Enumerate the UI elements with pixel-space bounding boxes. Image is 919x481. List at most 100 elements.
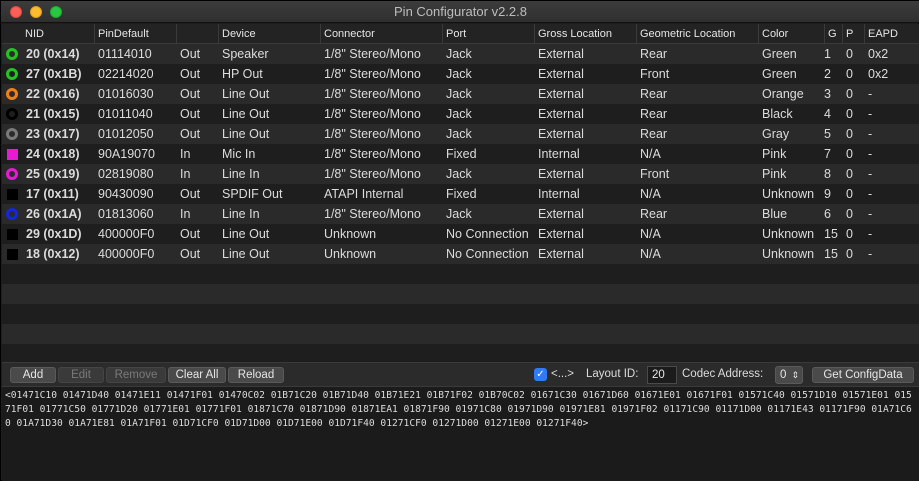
cell-gross: External [538,127,584,141]
add-button[interactable]: Add [10,367,56,383]
cell-gross: External [538,247,584,261]
cell-device: Line In [222,167,260,181]
table-row[interactable]: 23 (0x17) 01012050 Out Line Out 1/8" Stereo/… [2,124,919,144]
jack-color-ring-icon [6,108,18,120]
cell-connector: 1/8" Stereo/Mono [324,87,421,101]
cell-geo: Rear [640,47,668,61]
cell-eapd: - [868,107,873,121]
column-header-g[interactable]: G [824,24,842,44]
cell-p: 0 [846,107,853,121]
cell-eapd: - [868,247,873,261]
cell-g: 7 [824,147,831,161]
cell-connector: 1/8" Stereo/Mono [324,47,421,61]
column-header-p[interactable]: P [842,24,864,44]
toolbar: Add Edit Remove Clear All Reload ✓ <...>… [2,362,919,386]
cell-eapd: - [868,127,873,141]
column-header-nid[interactable]: NID [22,24,94,44]
table-row[interactable]: 18 (0x12) 400000F0 Out Line Out Unknown No Co… [2,244,919,264]
edit-button[interactable]: Edit [58,367,104,383]
cell-port: Jack [446,127,472,141]
cell-pindefault: 01012050 [98,127,154,141]
cell-geo: Front [640,67,670,81]
cell-dir: Out [180,227,201,241]
table-row[interactable]: 21 (0x15) 01011040 Out Line Out 1/8" Stereo/… [2,104,919,124]
cell-nid: 26 (0x1A) [26,207,82,221]
cell-nid: 29 (0x1D) [26,227,82,241]
reload-button[interactable]: Reload [228,367,284,383]
column-header-eapd[interactable]: EAPD [864,24,919,44]
cell-geo: N/A [640,227,661,241]
cell-pindefault: 01011040 [98,107,153,121]
cell-color: Orange [762,87,804,101]
cell-pindefault: 02819080 [98,167,154,181]
remove-button[interactable]: Remove [106,367,166,383]
layout-id-label: Layout ID: [586,368,639,380]
column-header-color[interactable]: Color [758,24,824,44]
cell-port: Fixed [446,147,477,161]
color-swatch-icon [7,229,18,240]
jack-color-ring-icon [6,208,18,220]
layout-id-field[interactable]: 20 [647,366,677,384]
cell-p: 0 [846,207,853,221]
jack-color-ring-icon [6,48,18,60]
cell-color: Green [762,47,797,61]
cell-pindefault: 90430090 [98,187,154,201]
cell-g: 2 [824,67,831,81]
cell-g: 6 [824,207,831,221]
color-swatch-icon [7,149,18,160]
cell-geo: Front [640,167,670,181]
column-header-pindefault[interactable]: PinDefault [94,24,176,44]
cell-nid: 27 (0x1B) [26,67,82,81]
table-row[interactable]: 27 (0x1B) 02214020 Out HP Out 1/8" Stereo/Mo… [2,64,919,84]
cell-color: Gray [762,127,790,141]
config-data-output[interactable]: <01471C10 01471D40 01471E11 01471F01 014… [2,386,919,481]
cell-g: 15 [824,247,838,261]
title-bar: Pin Configurator v2.2.8 [1,1,919,23]
cell-color: Blue [762,207,788,221]
table-row[interactable]: 25 (0x19) 02819080 In Line In 1/8" Stereo/Mo… [2,164,919,184]
cell-dir: Out [180,107,201,121]
cell-dir: Out [180,247,201,261]
table-row[interactable]: 29 (0x1D) 400000F0 Out Line Out Unknown No Co… [2,224,919,244]
cell-dir: In [180,207,191,221]
column-header-geometric-location[interactable]: Geometric Location [636,24,758,44]
cell-nid: 25 (0x19) [26,167,80,181]
cell-port: Jack [446,207,472,221]
empty-row [2,324,919,344]
column-header-port[interactable]: Port [442,24,534,44]
column-header-connector[interactable]: Connector [320,24,442,44]
table-row[interactable]: 17 (0x11) 90430090 Out SPDIF Out ATAPI Inter… [2,184,919,204]
cell-port: Jack [446,67,472,81]
cell-connector: 1/8" Stereo/Mono [324,67,421,81]
get-configdata-button[interactable]: Get ConfigData [812,367,914,383]
cell-dir: Out [180,67,201,81]
codec-address-label: Codec Address: [682,368,764,380]
pin-table[interactable]: NID PinDefault Device Connector Port Gro… [2,24,919,362]
cell-geo: Rear [640,107,668,121]
cell-eapd: - [868,147,873,161]
column-header-device[interactable]: Device [218,24,320,44]
column-header-gross-location[interactable]: Gross Location [534,24,636,44]
clear-all-button[interactable]: Clear All [168,367,226,383]
codec-address-popup[interactable]: 0 ⇕ [775,366,803,384]
cell-nid: 18 (0x12) [26,247,80,261]
cell-nid: 17 (0x11) [26,187,79,201]
cell-pindefault: 400000F0 [98,247,155,261]
cell-pindefault: 01813060 [98,207,154,221]
cell-g: 15 [824,227,838,241]
cell-g: 3 [824,87,831,101]
table-row[interactable]: 20 (0x14) 01114010 Out Speaker 1/8" Stereo/M… [2,44,919,64]
cell-device: HP Out [222,67,263,81]
cell-nid: 22 (0x16) [26,87,80,101]
table-row[interactable]: 22 (0x16) 01016030 Out Line Out 1/8" Stereo/… [2,84,919,104]
cell-g: 1 [824,47,831,61]
pin-configurator-window: Pin Configurator v2.2.8 NID PinDefault D… [0,0,919,481]
pin-format-checkbox[interactable]: ✓ [534,368,547,381]
table-row[interactable]: 26 (0x1A) 01813060 In Line In 1/8" Stereo/Mo… [2,204,919,224]
empty-row [2,304,919,324]
table-row[interactable]: 24 (0x18) 90A19070 In Mic In 1/8" Stereo/Mon… [2,144,919,164]
jack-color-ring-icon [6,168,18,180]
column-header-direction[interactable] [176,24,218,44]
cell-port: Jack [446,87,472,101]
up-down-arrows-icon: ⇕ [791,370,799,380]
